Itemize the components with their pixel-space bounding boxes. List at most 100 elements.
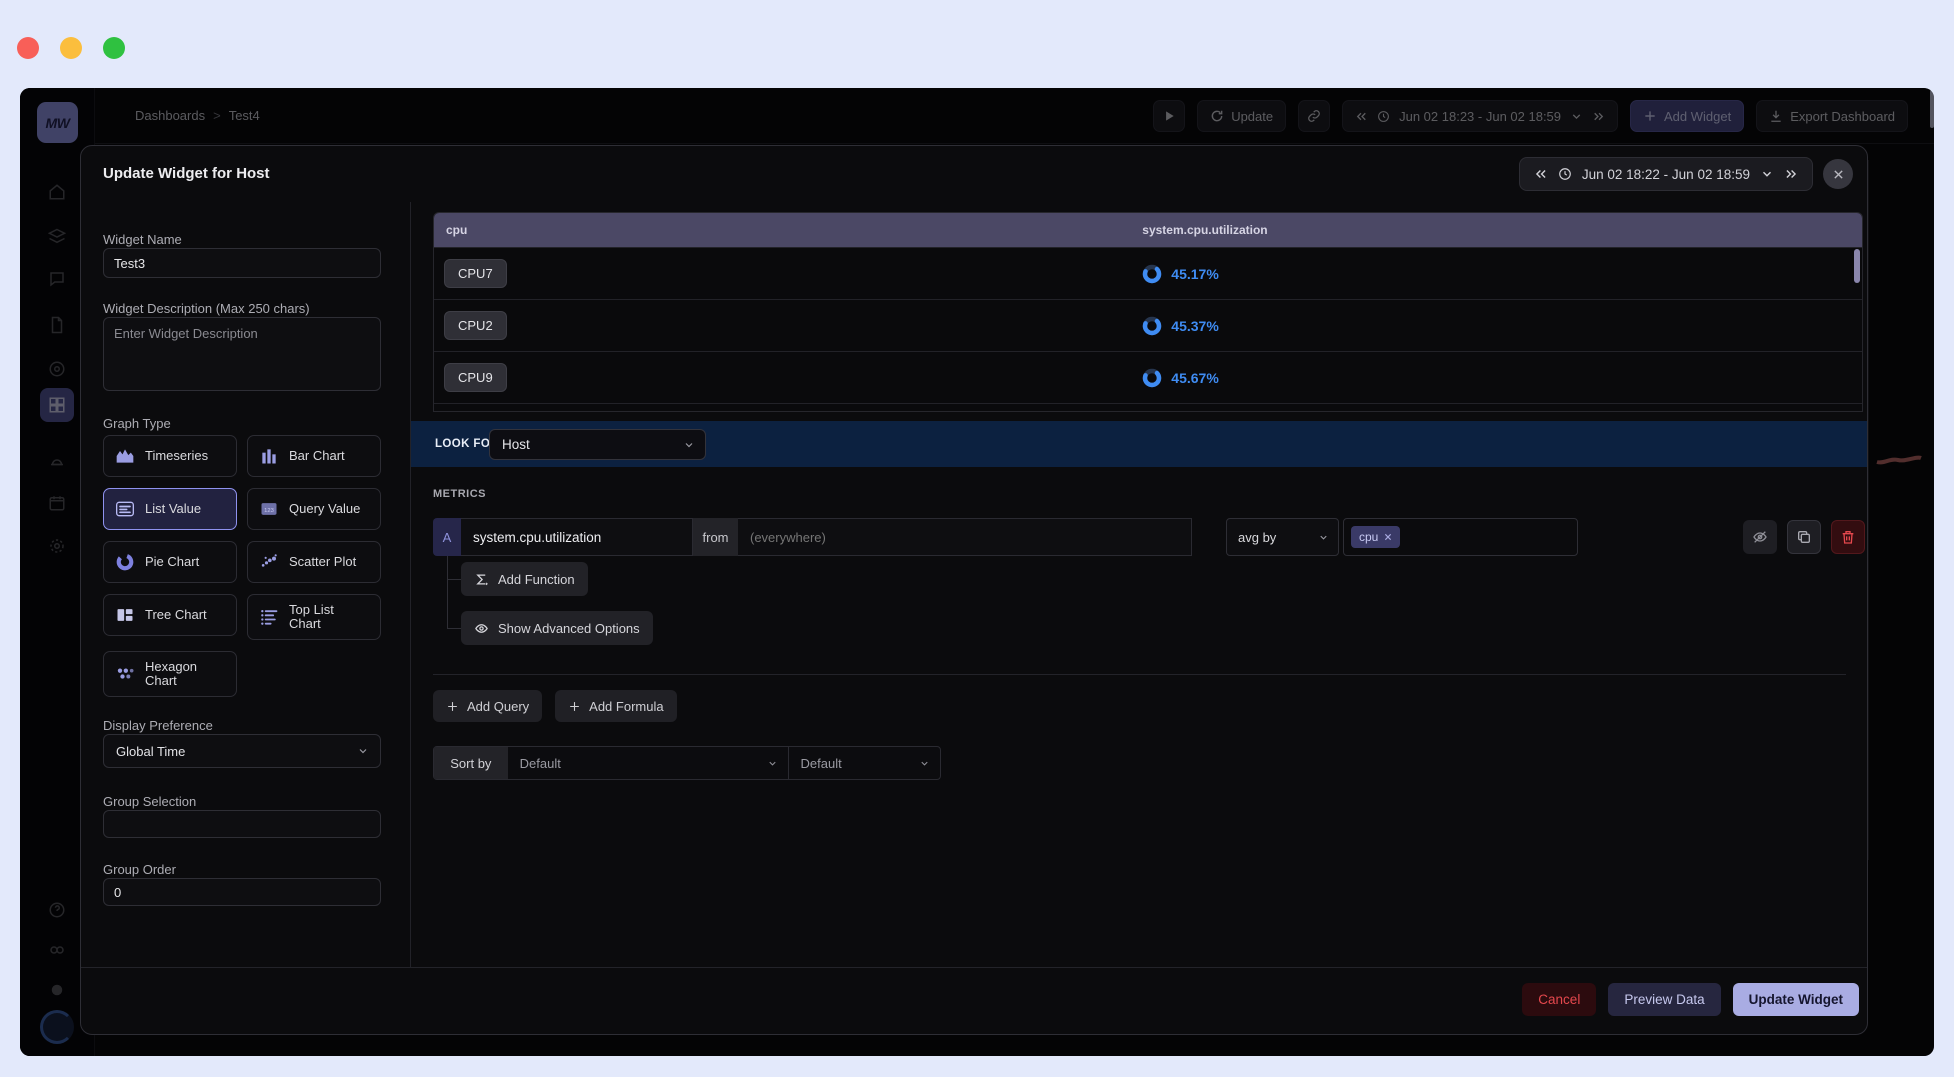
minimize-window-button[interactable] bbox=[60, 37, 82, 59]
cancel-button[interactable]: Cancel bbox=[1522, 983, 1596, 1016]
metric-name-input[interactable] bbox=[461, 518, 693, 556]
query-tree-connector bbox=[447, 556, 448, 628]
gauge-ring-icon bbox=[1138, 311, 1166, 339]
graph-type-scatter-plot[interactable]: Scatter Plot bbox=[247, 541, 381, 583]
query-value-icon: 123 bbox=[259, 499, 279, 519]
chevron-double-left-icon[interactable] bbox=[1534, 167, 1548, 181]
table-row[interactable]: CPU7 45.17% bbox=[434, 247, 1862, 299]
group-by-tag: cpu bbox=[1351, 526, 1400, 548]
group-selection-label: Group Selection bbox=[103, 794, 196, 809]
top-list-chart-icon bbox=[259, 607, 279, 627]
graph-type-top-list-chart[interactable]: Top List Chart bbox=[247, 594, 381, 640]
group-by-tags-input[interactable]: cpu bbox=[1343, 518, 1578, 556]
widget-description-input[interactable] bbox=[103, 317, 381, 391]
utilization-value: 45.17% bbox=[1171, 266, 1218, 282]
graph-type-hexagon-chart[interactable]: Hexagon Chart bbox=[103, 651, 237, 697]
modal-date-range-text: Jun 02 18:22 - Jun 02 18:59 bbox=[1582, 167, 1750, 182]
widget-name-label: Widget Name bbox=[103, 232, 182, 247]
section-divider bbox=[433, 674, 1846, 675]
tag-remove-icon[interactable] bbox=[1384, 533, 1392, 541]
look-for-bar: LOOK FOR Host bbox=[411, 421, 1867, 467]
query-buttons-row: Add Query Add Formula bbox=[433, 690, 677, 722]
query-tree-connector bbox=[447, 579, 461, 580]
zoom-window-button[interactable] bbox=[103, 37, 125, 59]
timeseries-icon bbox=[115, 446, 135, 466]
look-for-select[interactable]: Host bbox=[489, 429, 706, 460]
close-window-button[interactable] bbox=[17, 37, 39, 59]
copy-icon bbox=[1796, 529, 1812, 545]
eye-off-icon bbox=[1752, 529, 1768, 545]
gauge-ring-icon bbox=[1138, 363, 1166, 391]
table-row-partial[interactable] bbox=[434, 403, 1862, 412]
gauge-ring-icon bbox=[1138, 259, 1166, 287]
list-value-icon bbox=[115, 499, 135, 519]
add-formula-button[interactable]: Add Formula bbox=[555, 690, 676, 722]
query-tree-connector bbox=[447, 628, 461, 629]
hexagon-chart-icon bbox=[115, 664, 135, 684]
group-selection-input[interactable] bbox=[103, 810, 381, 838]
graph-type-pie-chart[interactable]: Pie Chart bbox=[103, 541, 237, 583]
trash-icon bbox=[1840, 529, 1856, 545]
sort-row: Sort by Default Default bbox=[433, 746, 941, 780]
sort-field-select[interactable]: Default bbox=[508, 747, 789, 779]
graph-type-timeseries[interactable]: Timeseries bbox=[103, 435, 237, 477]
tree-chart-icon bbox=[115, 605, 135, 625]
add-function-button[interactable]: Add Function bbox=[461, 562, 588, 596]
svg-text:123: 123 bbox=[264, 508, 274, 514]
chevron-down-icon bbox=[919, 758, 930, 769]
delete-query-button[interactable] bbox=[1831, 520, 1865, 554]
screen: MW Dashboards > Test4 bbox=[0, 0, 1954, 1077]
graph-type-list-value[interactable]: List Value bbox=[103, 488, 237, 530]
show-advanced-options-button[interactable]: Show Advanced Options bbox=[461, 611, 653, 645]
duplicate-query-button[interactable] bbox=[1787, 520, 1821, 554]
table-row[interactable]: CPU9 45.67% bbox=[434, 351, 1862, 403]
group-order-label: Group Order bbox=[103, 862, 176, 877]
chevron-down-icon bbox=[767, 758, 778, 769]
column-header-cpu[interactable]: cpu bbox=[446, 223, 467, 237]
table-header: cpu system.cpu.utilization bbox=[434, 213, 1862, 247]
update-widget-modal: Update Widget for Host Jun 02 18:22 - Ju… bbox=[80, 145, 1868, 1035]
scatter-plot-icon bbox=[259, 552, 279, 572]
utilization-value: 45.67% bbox=[1171, 370, 1218, 386]
chevron-down-icon bbox=[1760, 167, 1774, 181]
query-letter-badge: A bbox=[433, 518, 461, 556]
cpu-badge: CPU2 bbox=[444, 311, 507, 340]
preview-data-button[interactable]: Preview Data bbox=[1608, 983, 1720, 1016]
graph-type-bar-chart[interactable]: Bar Chart bbox=[247, 435, 381, 477]
chevron-down-icon bbox=[357, 745, 369, 757]
graph-type-tree-chart[interactable]: Tree Chart bbox=[103, 594, 237, 636]
chevron-double-right-icon[interactable] bbox=[1784, 167, 1798, 181]
metrics-section-label: METRICS bbox=[433, 488, 486, 500]
query-panel: cpu system.cpu.utilization CPU7 45.17% C… bbox=[411, 202, 1867, 967]
plus-icon bbox=[446, 700, 459, 713]
chevron-down-icon bbox=[1318, 532, 1329, 543]
update-widget-button[interactable]: Update Widget bbox=[1733, 983, 1859, 1016]
modal-title: Update Widget for Host bbox=[103, 165, 270, 182]
column-header-utilization[interactable]: system.cpu.utilization bbox=[1142, 223, 1267, 237]
modal-close-button[interactable] bbox=[1823, 159, 1853, 189]
add-query-button[interactable]: Add Query bbox=[433, 690, 542, 722]
widget-name-input[interactable] bbox=[103, 248, 381, 278]
widget-description-label: Widget Description (Max 250 chars) bbox=[103, 301, 310, 316]
sort-by-label: Sort by bbox=[434, 747, 508, 779]
clock-icon bbox=[1558, 167, 1572, 181]
filter-input[interactable] bbox=[738, 518, 1192, 556]
display-preference-select[interactable]: Global Time bbox=[103, 734, 381, 768]
sort-direction-select[interactable]: Default bbox=[789, 747, 940, 779]
plus-icon bbox=[568, 700, 581, 713]
table-scrollbar[interactable] bbox=[1854, 249, 1860, 283]
display-preference-label: Display Preference bbox=[103, 718, 213, 733]
modal-date-range[interactable]: Jun 02 18:22 - Jun 02 18:59 bbox=[1519, 157, 1813, 191]
cpu-badge: CPU7 bbox=[444, 259, 507, 288]
hide-query-button[interactable] bbox=[1743, 520, 1777, 554]
group-order-input[interactable] bbox=[103, 878, 381, 906]
bar-chart-icon bbox=[259, 446, 279, 466]
aggregation-select[interactable]: avg by bbox=[1226, 518, 1339, 556]
modal-footer: Cancel Preview Data Update Widget bbox=[81, 967, 1867, 1034]
pie-chart-icon bbox=[115, 552, 135, 572]
query-actions bbox=[1743, 520, 1865, 554]
graph-type-query-value[interactable]: 123 Query Value bbox=[247, 488, 381, 530]
preview-table: cpu system.cpu.utilization CPU7 45.17% C… bbox=[433, 212, 1863, 412]
table-row[interactable]: CPU2 45.37% bbox=[434, 299, 1862, 351]
widget-config-panel: Widget Name Widget Description (Max 250 … bbox=[81, 202, 411, 967]
